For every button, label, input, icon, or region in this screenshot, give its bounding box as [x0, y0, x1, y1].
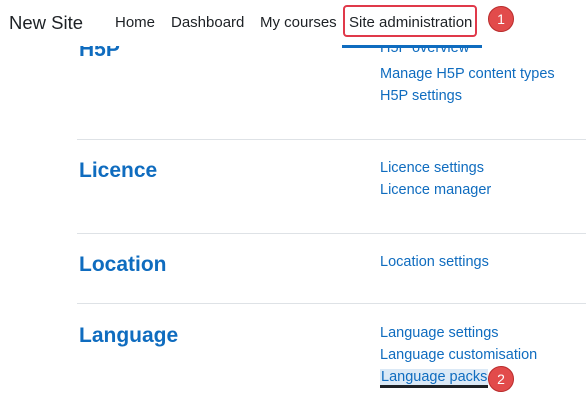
nav-my-courses[interactable]: My courses	[260, 14, 337, 31]
link-language-settings[interactable]: Language settings	[380, 325, 499, 341]
page: H5P H5P overview Manage H5P content type…	[0, 0, 586, 397]
section-title-licence: Licence	[79, 159, 158, 182]
link-manage-h5p-content-types[interactable]: Manage H5P content types	[380, 66, 555, 82]
site-name[interactable]: New Site	[9, 12, 83, 34]
section-title-location: Location	[79, 253, 167, 276]
section-divider	[77, 303, 586, 304]
link-location-settings[interactable]: Location settings	[380, 254, 489, 270]
link-licence-manager[interactable]: Licence manager	[380, 182, 491, 198]
annotation-highlight-box	[343, 5, 477, 37]
section-title-language: Language	[79, 324, 179, 347]
link-h5p-settings[interactable]: H5P settings	[380, 88, 462, 104]
step-marker-1: 1	[488, 6, 514, 32]
link-language-customisation[interactable]: Language customisation	[380, 347, 537, 363]
nav-home[interactable]: Home	[115, 14, 155, 31]
step-marker-2: 2	[488, 366, 514, 392]
nav-active-indicator	[342, 45, 482, 48]
nav-dashboard[interactable]: Dashboard	[171, 14, 244, 31]
section-divider	[77, 139, 586, 140]
section-divider	[77, 233, 586, 234]
link-language-packs[interactable]: Language packs	[380, 369, 489, 388]
link-licence-settings[interactable]: Licence settings	[380, 160, 484, 176]
